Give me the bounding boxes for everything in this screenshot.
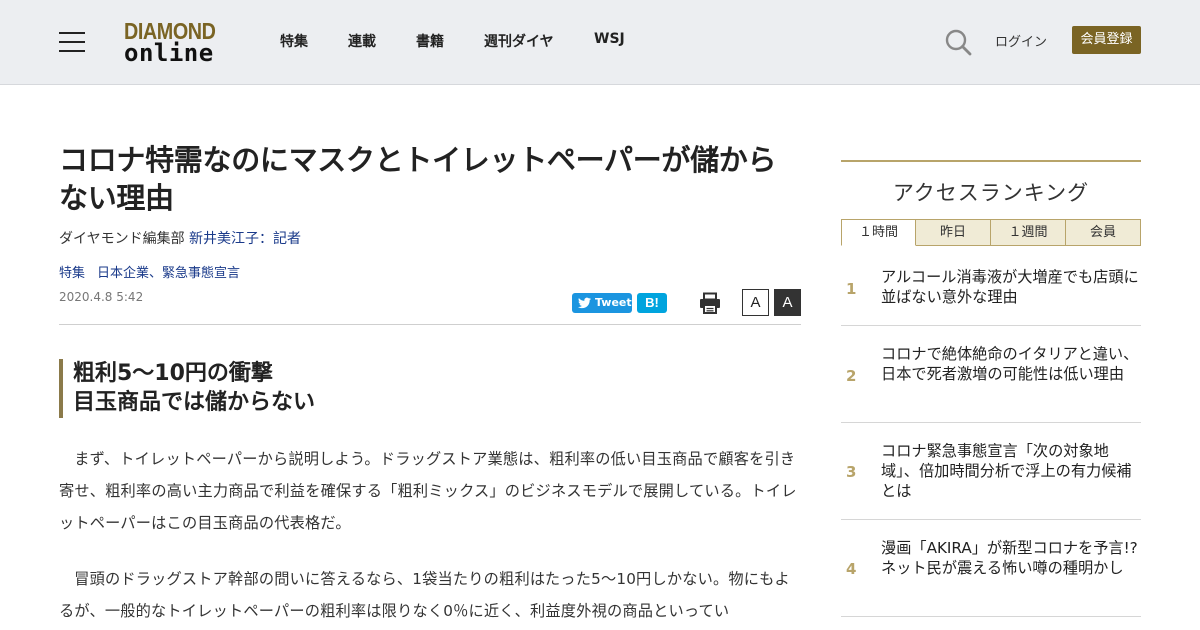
article-title: コロナ特需なのにマスクとトイレットペーパーが儲からない理由 [59,143,777,215]
section-heading-line2: 目玉商品では儲からない [73,390,316,415]
ranking-number: 2 [846,367,857,385]
login-link[interactable]: ログイン [995,31,1047,50]
hamburger-menu-icon[interactable] [59,32,85,52]
author-link[interactable]: 新井美江子：記者 [189,231,301,247]
nav-item-series[interactable]: 連載 [348,31,376,51]
ranking-title: 漫画「AKIRA」が新型コロナを予言!?ネット民が震える怖い噂の種明かし [881,539,1138,577]
ranking-number: 3 [846,463,857,481]
ranking-number: 4 [846,560,857,578]
tab-1-week[interactable]: １週間 [991,219,1066,246]
nav-item-wsj[interactable]: WSJ [594,31,625,47]
hatena-bookmark-button[interactable]: B! [637,293,667,313]
ranking-item[interactable]: 3 コロナ緊急事態宣言「次の対象地域」、倍加時間分析で浮上の有力候補とは [841,423,1141,520]
printer-icon[interactable] [699,292,721,314]
byline: ダイヤモンド編集部 新井美江子：記者 [59,228,301,248]
article-tags: 特集 日本企業、緊急事態宣言 [59,262,240,281]
nav-item-books[interactable]: 書籍 [416,31,444,51]
font-size-large-button[interactable]: A [774,289,801,316]
ranking-number: 1 [846,280,857,298]
tag-link-feature[interactable]: 特集 [59,266,85,281]
ranking-item[interactable]: 1 アルコール消毒液が大増産でも店頭に並ばない意外な理由 [841,246,1141,326]
nav-item-feature[interactable]: 特集 [280,31,308,51]
article-paragraph: まず、トイレットペーパーから説明しよう。ドラッグストア業態は、粗利率の低い目玉商… [59,450,797,532]
section-heading-line1: 粗利5～10円の衝撃 [73,361,273,386]
logo-bottom-text: online [124,39,214,67]
site-header: DIAMOND online 特集 連載 書籍 週刊ダイヤ WSJ ログイン 会… [0,0,1200,85]
publish-date: 2020.4.8 5:42 [59,290,144,304]
ranking-item[interactable]: 4 漫画「AKIRA」が新型コロナを予言!?ネット民が震える怖い噂の種明かし [841,520,1141,617]
nav-item-weekly-diamond[interactable]: 週刊ダイヤ [484,31,554,51]
sidebar-top-rule [841,160,1141,162]
tweet-label: Tweet [595,296,632,309]
sidebar-title: アクセスランキング [892,181,1090,205]
ranking-item[interactable]: 2 コロナで絶体絶命のイタリアと違い、日本で死者激増の可能性は低い理由 [841,326,1141,423]
search-icon[interactable] [944,28,972,56]
byline-publisher: ダイヤモンド編集部 [59,231,190,247]
ranking-title: コロナ緊急事態宣言「次の対象地域」、倍加時間分析で浮上の有力候補とは [881,442,1132,500]
ranking-title: コロナで絶体絶命のイタリアと違い、日本で死者激増の可能性は低い理由 [881,345,1139,383]
tab-1-hour[interactable]: １時間 [841,219,916,246]
tag-link-series[interactable]: 日本企業、緊急事態宣言 [97,266,240,281]
font-size-small-button[interactable]: A [742,289,769,316]
tab-members[interactable]: 会員 [1066,219,1141,246]
twitter-bird-icon [578,297,591,309]
section-heading: 粗利5～10円の衝撃 目玉商品では儲からない [59,359,801,418]
divider [59,324,801,325]
tweet-button[interactable]: Tweet [572,293,632,313]
register-button[interactable]: 会員登録 [1072,26,1141,54]
site-logo[interactable]: DIAMOND online [124,20,226,66]
article-paragraph: 冒頭のドラッグストア幹部の問いに答えるなら、1袋当たりの粗利はたった5～10円し… [59,570,790,620]
tab-yesterday[interactable]: 昨日 [916,219,991,246]
ranking-tabs: １時間 昨日 １週間 会員 [841,219,1141,246]
ranking-title: アルコール消毒液が大増産でも店頭に並ばない意外な理由 [881,268,1139,306]
